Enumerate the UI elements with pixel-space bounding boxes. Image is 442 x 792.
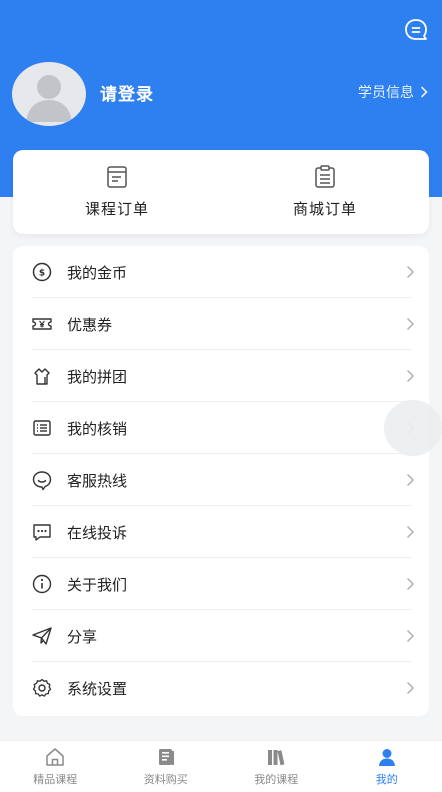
menu-item-label: 客服热线 bbox=[67, 471, 128, 490]
chevron-right-icon bbox=[406, 577, 415, 591]
message-icon[interactable] bbox=[402, 16, 430, 44]
mall-order-label: 商城订单 bbox=[292, 200, 357, 218]
share-icon bbox=[32, 627, 52, 645]
tab-label: 资料购买 bbox=[143, 773, 188, 786]
menu-item-label: 我的拼团 bbox=[67, 367, 128, 386]
chevron-right-icon bbox=[406, 473, 415, 487]
tab-label: 我的课程 bbox=[254, 773, 299, 786]
materials-icon bbox=[158, 749, 174, 765]
chevron-right-icon bbox=[406, 681, 415, 695]
chevron-right-icon bbox=[406, 629, 415, 643]
chevron-right-icon bbox=[406, 525, 415, 539]
coupon-icon bbox=[32, 318, 52, 330]
login-link[interactable]: 请登录 bbox=[100, 80, 154, 105]
menu-item-customer-service[interactable]: 客服热线 bbox=[13, 454, 429, 506]
mall-order-button[interactable]: 商城订单 bbox=[221, 150, 429, 234]
menu-item-label: 优惠券 bbox=[67, 315, 113, 334]
menu-item-complaint[interactable]: 在线投诉 bbox=[13, 506, 429, 558]
home-icon bbox=[46, 748, 64, 766]
menu-item-label: 分享 bbox=[67, 627, 98, 646]
chevron-right-icon bbox=[420, 86, 428, 98]
tab-profile[interactable]: 我的 bbox=[332, 741, 442, 792]
group-buy-icon bbox=[34, 368, 50, 385]
coin-icon: $ bbox=[32, 262, 52, 282]
chevron-right-icon bbox=[406, 265, 415, 279]
complaint-icon bbox=[33, 524, 51, 541]
menu-item-label: 我的核销 bbox=[67, 419, 128, 438]
tab-my-courses[interactable]: 我的课程 bbox=[221, 741, 332, 792]
menu-item-label: 在线投诉 bbox=[67, 523, 128, 542]
avatar[interactable] bbox=[12, 62, 86, 126]
menu-list: $ 我的金币 优惠券 我的拼团 我的核销 客服热线 在线投诉 关于我们 分享 系… bbox=[13, 246, 429, 716]
course-order-icon bbox=[107, 166, 127, 188]
menu-item-label: 系统设置 bbox=[67, 679, 128, 698]
course-order-button[interactable]: 课程订单 bbox=[13, 150, 221, 234]
books-icon bbox=[268, 750, 285, 766]
customer-service-icon bbox=[32, 471, 52, 491]
settings-icon bbox=[32, 678, 52, 697]
profile-icon bbox=[378, 749, 395, 766]
orders-card: 课程订单 商城订单 bbox=[13, 150, 429, 234]
menu-item-coupons[interactable]: 优惠券 bbox=[13, 298, 429, 350]
svg-text:$: $ bbox=[39, 269, 45, 279]
menu-item-coins[interactable]: $ 我的金币 bbox=[13, 246, 429, 298]
tab-materials[interactable]: 资料购买 bbox=[111, 741, 222, 792]
info-icon bbox=[32, 574, 52, 594]
menu-item-about[interactable]: 关于我们 bbox=[13, 558, 429, 610]
floating-assistive-ball[interactable] bbox=[384, 400, 442, 456]
tab-label: 我的 bbox=[375, 773, 398, 786]
chevron-right-icon bbox=[406, 369, 415, 383]
tab-label: 精品课程 bbox=[33, 773, 78, 786]
avatar-placeholder-icon bbox=[26, 75, 72, 122]
verification-icon bbox=[33, 420, 51, 436]
student-info-label: 学员信息 bbox=[358, 85, 414, 101]
tab-featured-courses[interactable]: 精品课程 bbox=[0, 741, 111, 792]
menu-item-share[interactable]: 分享 bbox=[13, 610, 429, 662]
menu-item-group-buy[interactable]: 我的拼团 bbox=[13, 350, 429, 402]
menu-item-settings[interactable]: 系统设置 bbox=[13, 662, 429, 714]
bottom-tab-bar: 精品课程 资料购买 我的课程 我的 bbox=[0, 740, 442, 792]
menu-item-label: 我的金币 bbox=[67, 263, 128, 282]
menu-item-verification[interactable]: 我的核销 bbox=[13, 402, 429, 454]
student-info-link[interactable]: 学员信息 bbox=[358, 82, 428, 102]
course-order-label: 课程订单 bbox=[84, 200, 149, 218]
chevron-right-icon bbox=[406, 317, 415, 331]
mall-order-icon bbox=[315, 165, 335, 188]
menu-item-label: 关于我们 bbox=[67, 575, 128, 594]
